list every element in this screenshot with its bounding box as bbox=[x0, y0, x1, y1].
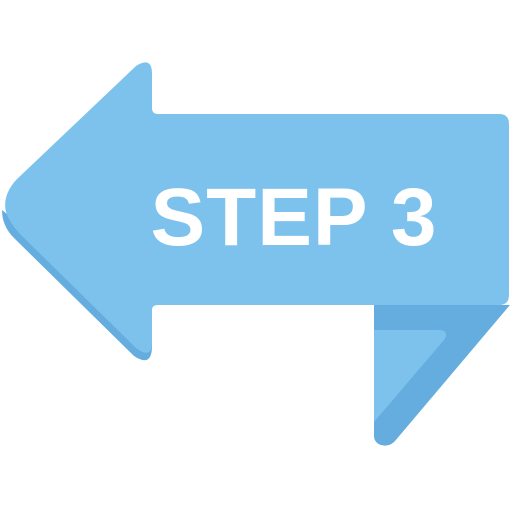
step-arrow-graphic: STEP 3 bbox=[0, 0, 512, 512]
step-label: STEP 3 bbox=[150, 172, 437, 263]
left-arrow-step-icon: STEP 3 bbox=[2, 62, 510, 446]
